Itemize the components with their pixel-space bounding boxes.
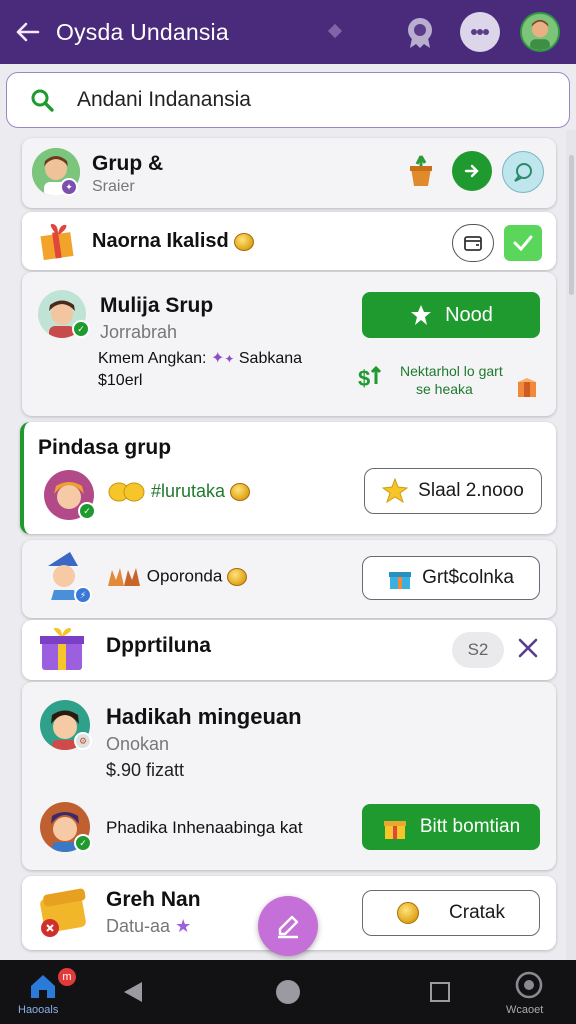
group-card-mulija[interactable]: ✓ Mulija Srup Jorrabrah Kmem Angkan: ✦✦ … (22, 272, 556, 416)
target-icon[interactable] (514, 970, 544, 1005)
card-subtitle: Datu-aa ★ (106, 916, 192, 936)
sparkle-badge-icon: ✦ (60, 178, 78, 196)
card-subtitle: Onokan (106, 734, 170, 754)
coin-icon (230, 483, 251, 501)
coins-icon (108, 482, 145, 502)
star-icon (411, 305, 432, 325)
card-price: $10erl (98, 372, 143, 389)
right-label: Wcaoet (506, 1004, 544, 1016)
verified-badge-icon: ✓ (74, 834, 92, 852)
close-icon[interactable] (516, 636, 540, 665)
box-icon (516, 378, 538, 403)
search-input[interactable]: Andani Indanansia (77, 88, 251, 112)
nav-back-icon[interactable] (122, 980, 144, 1009)
notification-badge: m (58, 968, 76, 986)
page-title: Oysda Undansia (56, 18, 229, 45)
verified-badge-icon: ✓ (78, 502, 96, 520)
lightning-badge-icon: ⚡ (74, 586, 92, 604)
grt-button[interactable]: Grt$colnka (362, 556, 540, 600)
nood-button[interactable]: Nood (362, 292, 540, 338)
back-arrow-icon[interactable] (0, 0, 56, 64)
section-title: Pindasa grup (38, 436, 172, 459)
chat-bubble-icon[interactable] (460, 12, 500, 52)
search-bar[interactable]: Andani Indanansia (6, 72, 570, 128)
card-label: Oporonda (106, 566, 248, 588)
coin-icon (227, 568, 248, 586)
card-title: Hadikah mingeuan (106, 704, 302, 729)
search-icon (7, 87, 77, 113)
forward-arrow-button[interactable] (452, 151, 492, 191)
side-note: Nektarhol lo gart se heaka (400, 363, 503, 397)
edit-icon (278, 915, 299, 939)
card-title: Greh Nan (106, 888, 201, 911)
card-title: Grup & (92, 152, 164, 175)
card-subtitle: Jorrabrah (100, 322, 178, 342)
star-icon: ★ (175, 916, 192, 936)
sparkle-icon: ✦ (210, 350, 225, 367)
gift-icon (389, 572, 412, 589)
coin-icon (397, 902, 420, 924)
card-title: Dpprtiluna (106, 634, 211, 657)
coin-icon (234, 232, 255, 251)
list-item-dpprtiluna[interactable]: Dpprtiluna S2 (22, 620, 556, 680)
purple-gift-icon (38, 627, 86, 677)
card-label: #lurutaka (108, 480, 251, 504)
slaal-button[interactable]: Slaal 2.nooo (364, 468, 542, 514)
list-item-oporonda[interactable]: ⚡ Oporonda Grt$colnka (22, 540, 556, 618)
group-card-grup[interactable]: ✦ Grup & Sraier (22, 138, 556, 208)
potted-plant-icon (406, 152, 436, 193)
home-label: Haooals (18, 1004, 59, 1016)
card-price: $.90 fizatt (106, 760, 185, 780)
compose-fab[interactable] (258, 896, 318, 956)
bitt-button[interactable]: Bitt bomtian (362, 804, 540, 850)
card-title: Naorna Ikalisd (92, 230, 255, 253)
home-icon[interactable] (28, 972, 58, 1005)
profile-avatar[interactable] (520, 12, 560, 52)
count-badge: S2 (452, 632, 504, 668)
award-badge-icon[interactable] (400, 12, 440, 52)
gift-icon (383, 821, 406, 839)
wallet-button[interactable] (452, 224, 494, 262)
nav-home-circle-icon[interactable] (276, 980, 300, 1004)
group-card-hadikah[interactable]: ⚙ Hadikah mingeuan Onokan $.90 fizatt ✓ … (22, 682, 556, 870)
star-burst-icon (382, 478, 409, 504)
treasure-icon (38, 882, 94, 945)
card-subtitle: Sraier (92, 178, 135, 195)
nav-recents-icon[interactable] (430, 982, 450, 1002)
diamond-icon (327, 23, 343, 39)
group-card-pindasa[interactable]: Pindasa grup ✓ #lurutaka Slaal 2.nooo (20, 422, 556, 534)
gift-box-icon (38, 222, 80, 265)
checkbox-checked[interactable] (504, 225, 542, 261)
card-text: Phadika Inhenaabinga kat (106, 818, 303, 837)
list-item-naorna[interactable]: Naorna Ikalisd (22, 212, 556, 270)
settings-badge-icon: ⚙ (74, 732, 92, 750)
hands-icon (108, 568, 140, 586)
top-app-bar: Oysda Undansia (0, 0, 576, 64)
verified-badge-icon: ✓ (72, 320, 90, 338)
money-sign-icon: $ (358, 364, 390, 395)
sparkle-icon: ✦ (224, 352, 235, 366)
message-icon[interactable] (502, 151, 544, 193)
svg-text:$: $ (358, 366, 370, 390)
system-nav-bar: m Haooals Wcaoet (0, 960, 576, 1024)
card-info-line: Kmem Angkan: ✦✦ Sabkana (98, 350, 303, 367)
card-title: Mulija Srup (100, 294, 214, 317)
cratak-button[interactable]: Cratak (362, 890, 540, 936)
scrollbar-thumb[interactable] (569, 155, 574, 295)
